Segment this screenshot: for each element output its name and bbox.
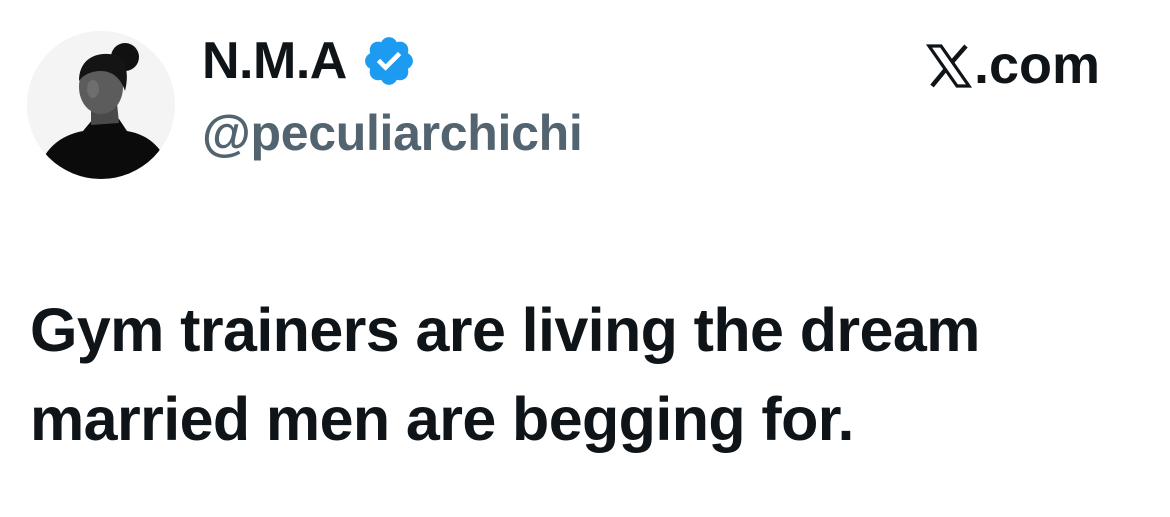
brand-domain: .com: [973, 35, 1100, 95]
x-logo-icon: [925, 43, 973, 88]
brand-mark: .com: [925, 35, 1100, 95]
tweet-text: Gym trainers are living the dream marrie…: [30, 296, 980, 453]
tweet-card: N.M.A @peculiarchichi .com Gym trainers …: [0, 0, 1170, 517]
verified-badge-icon: [361, 33, 417, 89]
profile-photo: [27, 31, 175, 179]
avatar[interactable]: [27, 31, 175, 179]
author-name-row: N.M.A: [202, 30, 417, 92]
display-name[interactable]: N.M.A: [202, 35, 347, 87]
user-handle[interactable]: @peculiarchichi: [202, 108, 583, 158]
